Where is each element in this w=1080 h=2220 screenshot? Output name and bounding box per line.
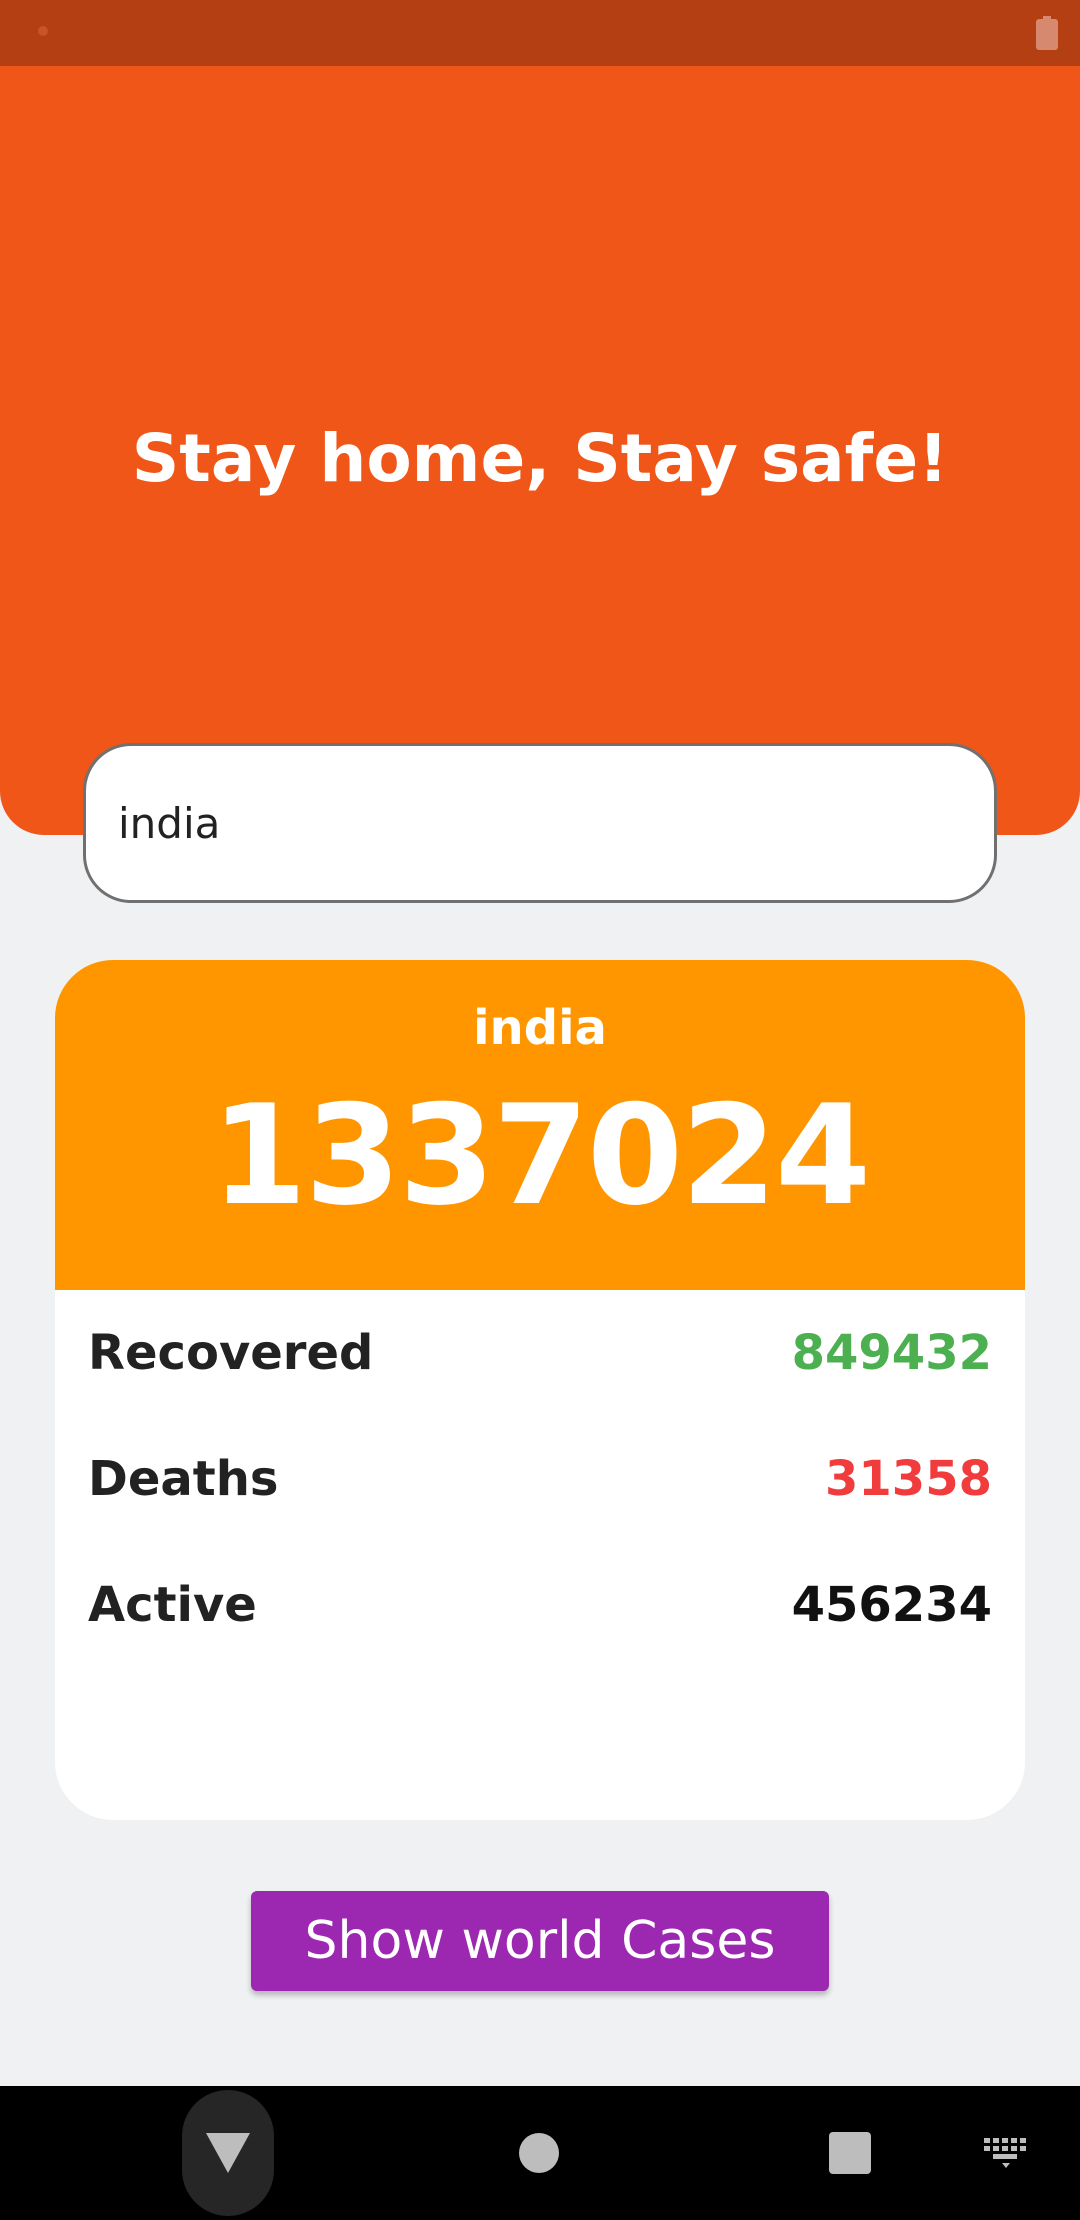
back-icon [206,2133,250,2173]
status-bar [0,0,1080,66]
country-stats-card: india 1337024 Recovered 849432 Deaths 31… [55,960,1025,1820]
notification-dot-icon [38,26,48,36]
battery-icon [1036,16,1058,50]
show-world-cases-button[interactable]: Show world Cases [251,1891,829,1991]
country-search-input[interactable] [118,798,994,848]
home-icon[interactable] [519,2133,559,2173]
stat-row-active: Active 456234 [88,1570,992,1640]
recents-icon[interactable] [829,2132,871,2174]
deaths-value: 31358 [825,1451,992,1507]
country-name: india [473,1000,607,1056]
tagline: Stay home, Stay safe! [131,420,949,497]
card-header: india 1337024 [55,960,1025,1290]
recovered-value: 849432 [791,1325,992,1381]
active-label: Active [88,1577,257,1633]
recovered-label: Recovered [88,1325,374,1381]
country-search-box[interactable] [83,743,997,903]
stat-row-recovered: Recovered 849432 [88,1318,992,1388]
back-button[interactable] [182,2090,274,2216]
total-cases: 1337024 [210,1075,871,1236]
header-banner: Stay home, Stay safe! [0,66,1080,835]
active-value: 456234 [791,1577,992,1633]
stat-row-deaths: Deaths 31358 [88,1444,992,1514]
keyboard-icon[interactable] [984,2138,1028,2168]
deaths-label: Deaths [88,1451,279,1507]
